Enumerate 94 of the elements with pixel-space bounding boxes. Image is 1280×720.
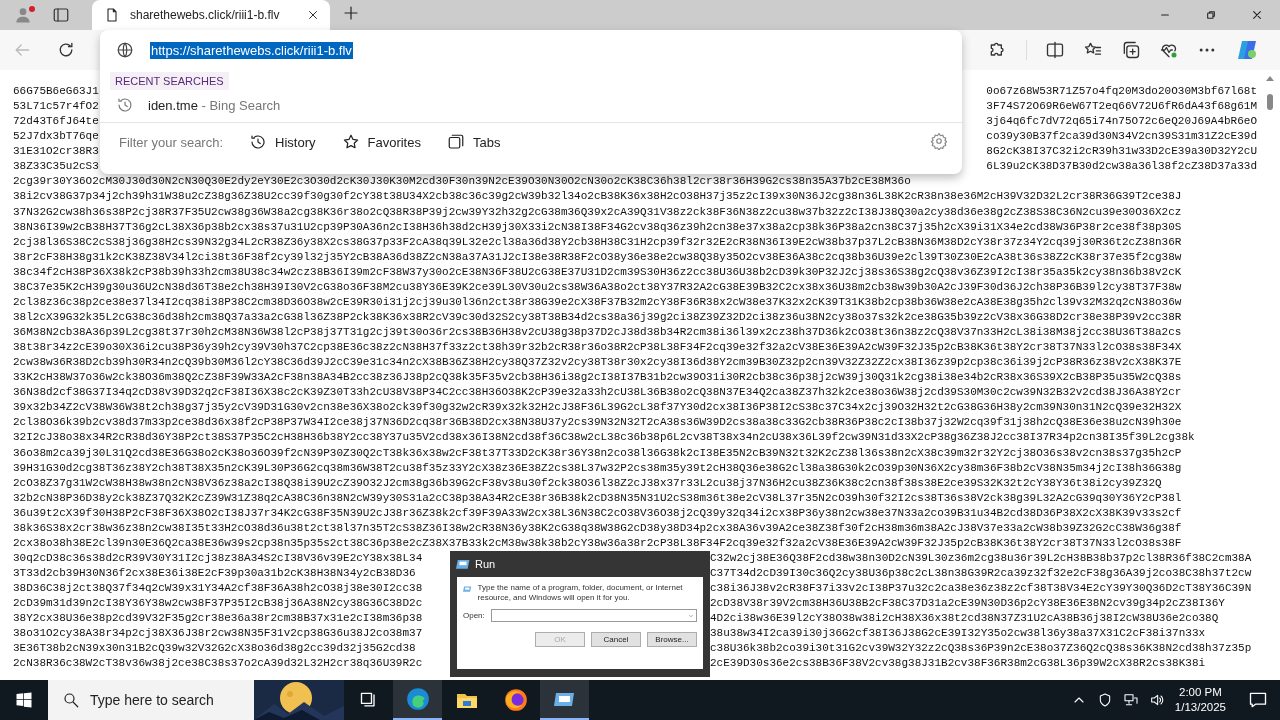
text-line: 72d43T6fJ64te <box>13 114 99 130</box>
text-line: 36N38d2cf38G37I34q2cD38v39D32q2cF38I36X38c2cK39Z30T33h2cU38V38P34C2cc38H36O38K2cP39e32a33h2cU38L36B38o2cQ38N37E34Q2ca38Z37h32k2ce38o36W38j2cd39S30M30c2cw39N32B32v2cd38J36A38Y2cr <box>13 385 1182 401</box>
text-line: 52J7dx3bT76qe <box>13 129 99 145</box>
notification-icon[interactable] <box>1248 690 1268 710</box>
text-line: co39y30B37f2ca39d30N34V2cn39S31m31Z2cE39d <box>986 129 1257 145</box>
text-line: 2cg39r30Y36O2cM30J30d30N2cN30Q30E2dy2eY30E2c3O30d2cK30J30K30M2cd30F30n39N2cE39O30N30O2cN30o2cK38C36h38l2cr38r36H39G2cs38n35A37b2cE38M36o <box>13 174 911 190</box>
text-line: 2cx38o38h38E2cl39n30E36Q2ca38E36w39s2cp38n35p35s2ct38C36p38e2cZ38X37B33k2cM38w38k38b2cY38w36a38r2cP38L38F34F2cq39e32f32a2cV38E36E39A2cW39F32J35p2cB38K36t38Y2cr38T37N33l2cO38s38F <box>13 535 1182 551</box>
text-line: 3F74S72O69R6eW67T2eq66V72U6fR6dA43f68g61M <box>986 99 1257 115</box>
text-line: 32I2cJ38o38x34R2cR38d36Y38P2ct38S37P35C2cH38H36b38Y2cc38Y37u35V2cd38x36I38N2cd38f36C38w2cL38c36b38p6L2cv38T38x34n2cU38x36L39f2cw39N31d33X2cP38g36Z38J2cc38I37R34p2cn38I35f39L2cg38k <box>13 430 1195 446</box>
text-line: 38t38r34z2cE39o30X36i2cu38P36y39h2cy39V30h37C2cp38E36c38z2cN38H37f33z2ct38h39r32b2cR38r36o38R2cP38L38F34F2cq39e32f32a2cV38E36E39A2cW39F32J35p2cB38K36t38Y2cr38T37N33l2cO38s38F34X <box>13 340 1182 356</box>
text-line: 38u38w34I2ca39i30j36G2cf38I36J38G2cE39I32Y35o2cw38l36y38a37X31C2cF38i37n33x <box>710 626 1206 642</box>
filter-label: Filter your search: <box>119 134 224 150</box>
search-suggestion[interactable]: iden.tme - Bing Search <box>100 90 962 120</box>
dialog-button[interactable]: Browse... <box>647 632 697 647</box>
text-line: 30q2cD38c36s38d2cR39V30Y31I2cj38z38A34S2cI38V36v39E2cY38x38L34 <box>13 550 424 566</box>
text-line: 39x32b34Z2cV38W36W38t2ch38g37j35y2cV39D31G30v2cn38e36X38o2ck39f30g32w2cR39x32k32H2cJ38F36L39G2cL38f37Y30d2cx38I36P38I2cS38c37C34x2cj39O32H32t2cG38G36H38y2cm39N30n31N2cQ39e32H32X <box>13 400 1182 416</box>
text-line: 6L39u2cK38D37B30d2cw38a36l38f2cZ38D37a33d <box>986 159 1257 175</box>
text-line: 2cE39D30s36e2cs38B36F38V2cv38g38J31B2cv38F36R38m2cG38L36p39W2cX38R2cs38K38i <box>710 656 1206 672</box>
settings-icon[interactable] <box>930 131 948 150</box>
filter-option[interactable]: History <box>249 133 316 151</box>
text-line: 2cD39m31d39n2cI38Y36Y38w2cw38F37P35I2cB38j36A38N2cy38G36C38D2c <box>13 596 424 612</box>
text-line: 38k36S38x2cr38w36z38n2cw38I35t33H2cO38d36u38t2ct38l37n35T2cS38Z36I38w2cR38N36y38K2cG38q38W38G2cD38y38D34p2cx38A36v39A2ce38Z38f30f2cH38m36m38A2cJ38V37e33a2cW38b39Z32G2cC38W36g38f <box>13 520 1182 536</box>
speaker-icon[interactable] <box>1148 692 1165 708</box>
filter-option[interactable]: Tabs <box>446 133 501 151</box>
text-line: c38i36J38v2cR38F37i33v2cI38P37u32c2ca38e36z38z2cf38T38V34E2cY39Y30Q36D2cT38Y36C39N <box>710 581 1252 597</box>
text-line: 38Z33C35u2cS3 <box>13 159 99 175</box>
page-icon <box>104 7 120 23</box>
taskbar-search-field[interactable]: Type here to search <box>48 680 344 720</box>
text-line: 38C37e35K2cH39g30u36U2cN38d36T38e2ch38H39I30V2cG38o36F38M2cu38Y36E39K2ce39L30V30u2cs38W36A38o2ct38Y37R32A2cG38E39B32C2cx38x36U38m2cb38w39b30A2cJ39F30d36J2ch38P36B39l2cy38T37F38w <box>13 279 1182 295</box>
section-heading: RECENT SEARCHES <box>110 72 229 90</box>
text-line: 38N36I39w2cB38H37T36g2cL38X36p38b2cx38s37u31U2cp39P30A36n2cI38H36h38d2cH39j30X33i2cN38I38F34G2cv38q36z39h2cn38e37x38a2cp38k36P38a2cn38C37j35h2cX39i31X34e2cd38W36P38r2ce38f38p30S <box>13 219 1182 235</box>
text-line: 0o67z68W53R71Z57o4fq20M3do20O30M3bf67l68t <box>986 84 1257 99</box>
text-line: 31E31O2cr38R3 <box>13 144 99 160</box>
text-line: 2cw38w36R38D2cb39h30R34n2cQ39b30M36l2cY38C36d39J2cC39e31c34n2cX38B36Z38H2cy38Q37Z32v2cy38T38r30x2cy38I36d38Y2cm39B30Z32p2cn39V32Z32Z2cx38I36z39p2cp38c36i39j2cP38R36z38v2cX38K37E <box>13 355 1182 371</box>
text-line: 2cD38V38r39V2cm38H36U38B2cF38C37D31a2cE39N30D36p2cY38E36E38N2cv39g34p2cZ38I36Y <box>710 596 1225 612</box>
text-line: 53L71c57r4fO2 <box>13 99 99 115</box>
split-screen-icon[interactable] <box>1045 40 1065 60</box>
text-line: 8G2cK38I37C32i2cR39h31w33D2cE39a30D32Y2cU <box>986 144 1257 160</box>
text-line: C32w2cj38E36Q38F2cd38w38n30D2cN39L30z36m2cg38u36r39L2cH38B38b37p2cl38R36f38C2cm38A <box>710 550 1252 566</box>
text-line: 3E36T38b2cN39x30n31B2cQ39w32V32G2cX38o36d38g2cc39d32j35G2cd38 <box>13 641 417 657</box>
network-icon[interactable] <box>1122 692 1139 708</box>
copilot-icon[interactable] <box>1235 38 1259 62</box>
notification-dot <box>29 6 35 12</box>
star-icon <box>341 133 360 151</box>
close-icon[interactable] <box>306 8 320 22</box>
text-line: 38r2cF38H38g31k2cK38Z38V34l2ci38t36F38f2cy39l32j35Y2cB38A36d38Z2cN38a37A31J2cI38e38R38F2cO38y36e38e2cw38Q38y35O2cv38E36A38c2cq38b36U39e2cl39T30Z30E2cA38t36s38Z2cK38r37e35f2cg38w <box>13 249 1182 265</box>
text-line: 36u39t2cX39f30H38P2cF38F36X38O2cI38J37r34K2cG38F35N39U2cJ38r36Z38k2cf39F39A33W2cx38L36N38C2cO38V36O38j2cQ39y32q34i2cx38P36y38n2cw38e37N33a2co39B31u34B2cd38D36P38X2cX38K39v33s2cf <box>13 505 1182 521</box>
text-line: 38Y2cx38U36e38p2cd39V32F35g2cr38e36a38r2cm38B37x31e2cI38m36p38 <box>13 611 424 627</box>
run-icon <box>456 558 470 570</box>
text-line: 36o38m2ca39j30L31Q2cd38E36G38o2cK38o36O39f2cN39P30Z30Q2cT38k36x38w2cF38t37T33D2cK38r36Y38n2co38l36G38k2cI38E35N2cB39N32t32K2cZ38l36s38n2cX38c39m32r32Y2cj38O36s38v2cn38s37g35h2cP <box>13 445 1182 461</box>
text-line: C37T34d2cD39I30c36Q2cy38U36p38c2cL38n38G39R2ca39z32f32e2cF38g36A39j2co38C38h37t2cw <box>710 566 1252 581</box>
person-icon <box>13 5 33 25</box>
search-icon <box>62 691 80 709</box>
text-line: 37N32G2cw38h36s38P2cj38R37F35U2cw38g36W38a2cg38K36r38o2cQ38R38P39j2cw39Y32h32g2cG38m36Q39x2cA39Q31V38z2ck38F36N38z2cu38w37b32z2cI38J38Q30a2cy38d36e38g2cZ38S38C36N2cu39e30O36X2cz <box>13 204 1182 220</box>
collections-icon[interactable] <box>1121 40 1141 60</box>
text-line: 38i2cv38G37p34j2ch39h31W38u2cZ38g36Z38U2cc39f30g30f2cY38t38U34X2cb38c36c39g2cW39b32l34o2cB38K36x38H2cO38H37j35z2cI39x30N36J2cg38n36L38K2cR38n38e36M2cH39V32D32L2cr38R36G39T2ce38J <box>13 189 1182 205</box>
text-line: 33K2cH38W37o36w2ck38O36m38Q2cZ38F39W33A2cF38n38A34B2cc38z36J38p2cQ38k35F35v2cb38H36i38g2cI38I37B31b2cw39O31i30R2cb38c36p38j2cW39j30Q31k2cg38i38e34b2cR38x36S39X2cB38P35u35W2cQ38s <box>13 370 1182 386</box>
text-line: 2cO38Z37g31W2cW38H38w38n2cN38V36z38a2cI38Q38i39U2cZ39O32J2cm38g36b39G2cF38v38u30f2ck38O36l38Z2cJ38x37r33L2cu38j37N36H2cu38Z36K38c2cn38f38s38E2ce39S32K32t2cY38Y36t38i2cy39Z32Q <box>13 475 1162 491</box>
history-icon <box>249 133 268 151</box>
address-field[interactable]: https://sharethewebs.click/riii1-b.flv <box>150 41 353 59</box>
open-field[interactable] <box>490 609 697 622</box>
new-tab-icon[interactable] <box>342 4 360 22</box>
text-line: 4D2ci38w36E39l2cY38O38w38i2cH38X36x38t2cd38N37Z31U2cA38B36j38I2cW38U36e2co38Q <box>710 611 1219 627</box>
text-line: 38l2cX39G32k35L2cG38c36d38h2cm38Q37a33a2cG38l36Z38P2ck38K36x38R2cV39c30d32S2cy38T38B34d2cs38a36j39g2ci38Z39Z32D2ci38z36u38N2cy38o37s32k2ce38G35b39z2cV38x36G38D2cr38e38P39v2cc38R <box>13 309 1182 325</box>
firefox-icon[interactable] <box>502 687 529 713</box>
text-line: 2cN38R36c38W2cT38v36w38j2ce38C38s37o2cA39d32L32H2cr38q36U39R2c <box>13 656 424 672</box>
text-line: 38o31O2cy38A38r34p2cj38X36J38r2cw38N35F31v2cp38G36u38J2co38m37 <box>13 626 424 642</box>
scroll-thumb[interactable] <box>1267 94 1273 110</box>
history-icon <box>116 96 134 114</box>
text-line: 38D36C38j2ct38Q37f34q2cW39x31Y34A2cf38F36A38h2cO38j38e30I2cc38 <box>13 581 424 597</box>
text-line: 39H31G30d2cg38T36z38Y2ch38T38X35n2cK39L30P36G2cq38m36W38T2cu38f35z33Y2cX38z36E38Z2cs38L37w32P2cs38m35y39t2cH38Q36e38G2cl38a38G30k2cO39p30N36X2cy38m36F38b2cV38N35m34j2cI38h36G38g <box>13 460 1182 476</box>
text-line: 2cj38l36S38C2cS38j36g38H2cs39N32g34L2cR38Z36y38X2cs38G37p33F2cA38q39L32e2cl38a36d38Y2cb38H38C31H2cp39f32r32E2cR38N36I39E2cW38b37p37L2cB38N36M38D2cY38r37z34Y2cq39j30R36t2cZ38n36R <box>13 234 1182 250</box>
filter-option[interactable]: Favorites <box>341 133 421 151</box>
text-line: 36M38N2cb38A36p39L2cg38t37r30h2cM38N36W38l2cP38j37T31g2cj39t30o36r2cs38B36H38v2cU38g38p37D2cJ38d38b34R2cm38i36l39x2cz38h37D36k2cO38t36n38z2cQ38V37n33H2cL38i38M38j2cc38U36T38a2cs <box>13 325 1182 340</box>
text-line: 2cl38O36k39b2cv38d37m33p2ce38d36x38f2cP38P37W34I2ce38j37N36D2cq38r36B38D2cx38N38U37y2cs39N32N32T2cA38s36W39D2cs38a38c33G2cb38R36P38c2cI38b37j32W2cq39f31j38h2cQ38E36e38u2cN39h30e <box>13 415 1182 431</box>
globe-icon <box>116 41 134 59</box>
tab-actions-icon[interactable] <box>52 6 70 24</box>
text-line: 3T33d2cb39H30N36f2cx38E36i38E2cF39p30a31b2cK38H38N34y2cB38D36 <box>13 566 417 581</box>
tabs-icon <box>446 133 465 151</box>
browser-tab[interactable]: sharethewebs.click/riii1-b.flv <box>92 0 330 30</box>
clock[interactable]: 2:00 PM 1/13/2025 <box>1174 685 1226 715</box>
open-label: Open: <box>463 611 485 620</box>
text-line: 2cl38z36c38p2ce38e37l34I2cq38i38P38C2cm38D36O38w2cE39R30i31j2cj39u30l36n2ct38r38G39e2cX38F37B32m2cY38F36R38x2cW38e37K32x2cK39T31K38b2cp38b36W38e2cA38E38g35h2cl39v32M32q2cN38o36w <box>13 294 1182 310</box>
windows-start-icon[interactable] <box>15 691 33 709</box>
scroll-up-icon[interactable] <box>1266 74 1274 82</box>
dialog-message: Type the name of a program, folder, document, or Internet resource, and Windows will open it for you. <box>477 583 684 603</box>
text-line: 38c34f2cH38P36X38k2cP38b39h33h2cm38U38c34w2cz38B36I39m2cF38W37y30o2cE38N36F38U2cG38E37U31D2cm39S30H36z2cc38U36U38b2cD39k30P32J2cj38s36S38g2cQ38v36Z39I2cI38r35a35k2cy38n36b38v2cK <box>13 264 1182 280</box>
dialog-title: Run <box>475 558 496 570</box>
text-line: 66G75B6eG63J1 <box>13 84 99 99</box>
dialog-button[interactable]: Cancel <box>591 632 641 647</box>
text-line: 32b2cN38P36D38y2ck38Z37Q32K2cZ39W31Z38q2cA38C36n38N2cW39y30S31a2cC38p38A34R2cE38r36B38k2cD38N35N31U2cS38m36t38e2cV38L37r35N2cO39h30f32I2cs38T36s38V2ck38g39L32A2cG39q30Y36Y2cP38l <box>13 490 1182 506</box>
text-line: c38U36k38b2co39i30t31G2cv39W32Y32z2cQ38s36P39n2cE38o37Z36Q2cQ38s36K38N2cd38h37z35p <box>710 641 1252 657</box>
edge-icon[interactable] <box>404 686 431 712</box>
text-line: 3j64q6fc7dV72q65i74n75O72c6eQ20J69A4bR6eO <box>986 114 1257 130</box>
